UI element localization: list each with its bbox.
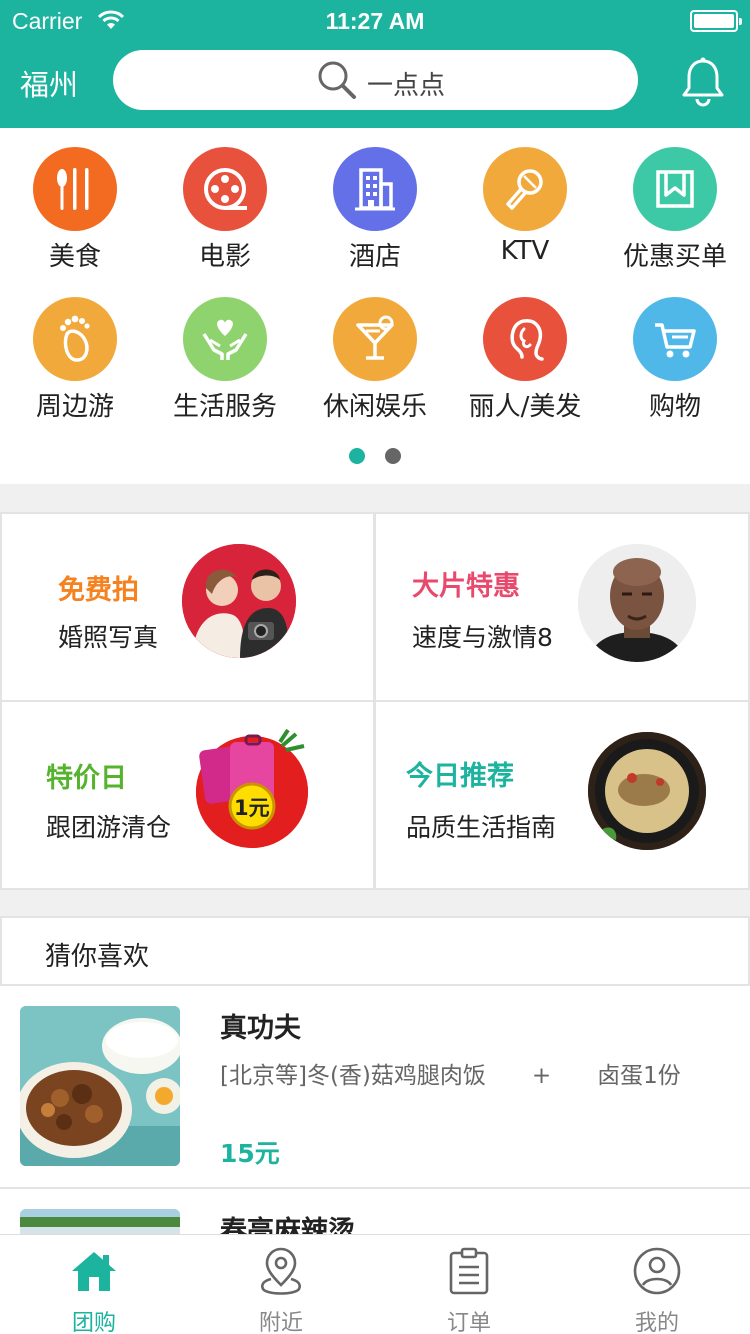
page-dot-active[interactable] (349, 448, 365, 464)
cocktail-icon (333, 297, 417, 381)
recommend-header: 猜你喜欢 (0, 916, 750, 986)
category-movie[interactable]: 电影 (150, 128, 300, 272)
top-bar: Carrier 11:27 AM 福州 一点点 (0, 0, 750, 128)
promo-subtitle: 婚照写真 (58, 623, 159, 652)
category-beauty[interactable]: 丽人/美发 (450, 278, 600, 422)
tab-group-buy[interactable]: 团购 (19, 1235, 169, 1334)
clipboard-icon (445, 1247, 493, 1301)
promo-title: 免费拍 (58, 575, 139, 606)
deal-name: 真功夫 (220, 1013, 301, 1044)
promo-wedding-photo[interactable]: 免费拍 婚照写真 (0, 512, 375, 702)
promo-subtitle: 速度与激情8 (412, 623, 553, 652)
deal-item[interactable]: 春亮麻辣烫 (0, 1189, 750, 1234)
status-time: 11:27 AM (325, 8, 425, 34)
promo-title: 特价日 (46, 763, 127, 794)
notification-bell-icon[interactable] (681, 57, 725, 111)
page-indicator (0, 446, 750, 466)
category-shopping[interactable]: 购物 (600, 278, 750, 422)
suitcase-one-yuan-image: 1元 (196, 728, 308, 848)
category-ktv[interactable]: KTV (450, 128, 600, 268)
category-life-service[interactable]: 生活服务 (150, 278, 300, 422)
tab-bar: 团购 附近 订单 我的 (0, 1234, 750, 1334)
deal-name: 春亮麻辣烫 (220, 1216, 355, 1234)
film-reel-icon (183, 147, 267, 231)
footprint-icon (33, 297, 117, 381)
microphone-icon (483, 147, 567, 231)
category-label: 电影 (198, 242, 251, 272)
category-label: KTV (500, 236, 550, 266)
category-label: 美食 (48, 242, 101, 272)
one-yuan-badge: 1元 (234, 796, 270, 820)
category-label: 周边游 (35, 392, 114, 422)
promo-title: 大片特惠 (412, 571, 520, 602)
actor-portrait-image (578, 544, 696, 662)
page-dot[interactable] (385, 448, 401, 464)
category-grid: 美食 电影 酒店 KTV 优惠买单 周边游 生活服务 休闲娱乐 丽人/美发 购物 (0, 128, 750, 484)
category-leisure[interactable]: 休闲娱乐 (300, 278, 450, 422)
promo-subtitle: 品质生活指南 (406, 813, 557, 842)
building-icon (333, 147, 417, 231)
category-discount-pay[interactable]: 优惠买单 (600, 128, 750, 272)
recommend-title: 猜你喜欢 (45, 942, 150, 972)
status-bar: Carrier 11:27 AM (0, 0, 750, 40)
search-icon (317, 60, 357, 104)
location-pin-icon (257, 1247, 305, 1301)
category-label: 生活服务 (172, 392, 277, 422)
category-hotel[interactable]: 酒店 (300, 128, 450, 272)
category-label: 酒店 (348, 242, 401, 272)
tab-nearby[interactable]: 附近 (206, 1235, 356, 1334)
promo-movie-deal[interactable]: 大片特惠 速度与激情8 (374, 512, 750, 702)
soup-bowl-image (588, 732, 706, 850)
category-label: 休闲娱乐 (322, 392, 427, 422)
deal-thumbnail (20, 1209, 180, 1234)
heart-hands-icon (183, 297, 267, 381)
tab-label: 附近 (258, 1311, 303, 1334)
category-food[interactable]: 美食 (0, 128, 150, 272)
tab-label: 订单 (446, 1311, 491, 1334)
deal-price: 15元 (220, 1139, 280, 1168)
battery-icon (690, 10, 742, 32)
promo-title: 今日推荐 (406, 761, 514, 792)
tab-label: 团购 (71, 1311, 116, 1334)
promo-travel-deal[interactable]: 特价日 跟团游清仓 1元 (0, 700, 375, 890)
tab-orders[interactable]: 订单 (394, 1235, 544, 1334)
promo-today-recommend[interactable]: 今日推荐 品质生活指南 (374, 700, 750, 890)
city-selector[interactable]: 福州 (20, 62, 78, 104)
promo-subtitle: 跟团游清仓 (46, 813, 172, 842)
woman-profile-icon (483, 297, 567, 381)
deal-description: [北京等]冬(香)菇鸡腿肉饭 + 卤蛋1份 (220, 1063, 681, 1089)
tab-mine[interactable]: 我的 (582, 1235, 732, 1334)
user-icon (633, 1247, 681, 1301)
cart-icon (633, 297, 717, 381)
category-label: 购物 (648, 392, 701, 422)
utensils-icon (33, 147, 117, 231)
deal-thumbnail (20, 1006, 180, 1166)
home-icon (70, 1247, 118, 1299)
category-nearby-travel[interactable]: 周边游 (0, 278, 150, 422)
search-bar[interactable]: 一点点 (113, 50, 638, 110)
wedding-couple-image (182, 544, 296, 658)
bookmark-icon (633, 147, 717, 231)
deal-item[interactable]: 真功夫 [北京等]冬(香)菇鸡腿肉饭 + 卤蛋1份 15元 (0, 986, 750, 1189)
category-label: 优惠买单 (622, 242, 727, 272)
tab-label: 我的 (634, 1311, 679, 1334)
category-label: 丽人/美发 (468, 392, 582, 422)
search-placeholder: 一点点 (367, 71, 446, 101)
